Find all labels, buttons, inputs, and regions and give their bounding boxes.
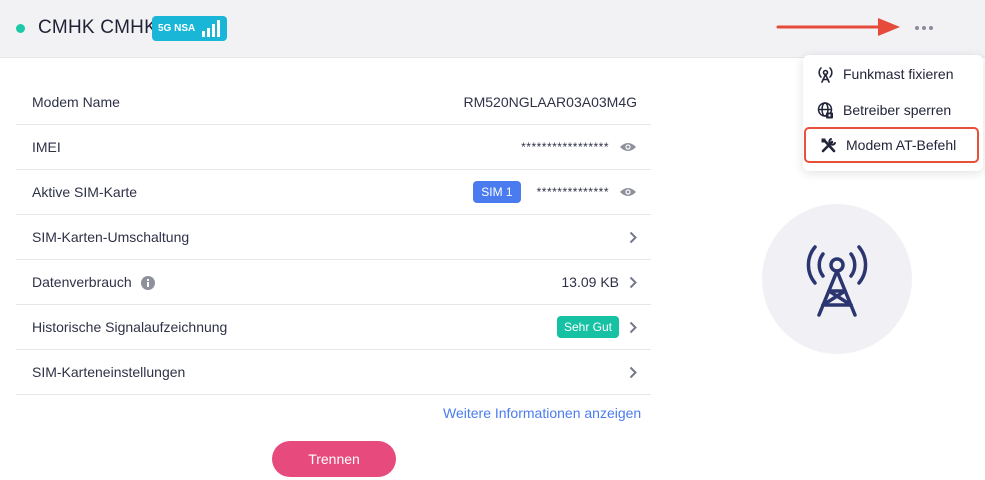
more-info-link[interactable]: Weitere Informationen anzeigen (443, 405, 641, 421)
sim-settings-label: SIM-Karteneinstellungen (32, 364, 186, 380)
row-active-sim: Aktive SIM-Karte SIM 1 ************** (16, 170, 651, 215)
signal-quality-badge: Sehr Gut (556, 316, 619, 338)
data-usage-label: Datenverbrauch (32, 273, 132, 290)
disconnect-button[interactable]: Trennen (272, 441, 396, 477)
chevron-right-icon (629, 321, 637, 333)
status-header: CMHK CMHK 5G NSA (0, 0, 985, 58)
tools-icon (821, 137, 836, 152)
connection-status-dot (16, 24, 25, 33)
more-horizontal-icon (915, 26, 919, 30)
signal-history-label: Historische Signalaufzeichnung (32, 319, 228, 335)
active-sim-label: Aktive SIM-Karte (32, 184, 138, 200)
eye-icon[interactable] (619, 141, 637, 153)
menu-item-lock-tower[interactable]: Funkmast fixieren (803, 56, 983, 92)
sim-slot-chip: SIM 1 (473, 181, 521, 203)
globe-lock-icon (817, 101, 833, 118)
cell-tower-icon (806, 245, 868, 317)
chevron-right-icon (629, 276, 637, 288)
row-sim-settings[interactable]: SIM-Karteneinstellungen (16, 350, 651, 395)
menu-item-at-command[interactable]: Modem AT-Befehl (804, 127, 979, 163)
cell-tower-icon (818, 66, 833, 83)
modem-name-value: RM520NGLAAR03A03M4G (463, 94, 637, 110)
info-icon[interactable] (140, 276, 155, 291)
network-type-badge: 5G NSA (152, 16, 227, 41)
row-modem-name: Modem Name RM520NGLAAR03A03M4G (16, 80, 651, 125)
chevron-right-icon (629, 366, 637, 378)
imei-label: IMEI (32, 139, 61, 155)
menu-item-label: Modem AT-Befehl (846, 137, 957, 153)
more-options-button[interactable] (905, 16, 943, 40)
tower-illustration (762, 204, 912, 354)
modem-name-label: Modem Name (32, 94, 120, 110)
row-data-usage[interactable]: Datenverbrauch 13.09 KB (16, 260, 651, 305)
data-usage-value: 13.09 KB (561, 274, 619, 290)
chevron-right-icon (629, 231, 637, 243)
row-imei: IMEI ***************** (16, 125, 651, 170)
eye-icon[interactable] (619, 186, 637, 198)
sim-switch-label: SIM-Karten-Umschaltung (32, 229, 190, 245)
sim-details-list: Modem Name RM520NGLAAR03A03M4G IMEI ****… (16, 80, 651, 395)
menu-item-label: Betreiber sperren (843, 102, 952, 118)
imei-value: ***************** (521, 140, 609, 154)
more-options-menu: Funkmast fixieren Betreiber sperren Mode… (803, 55, 983, 171)
row-signal-history[interactable]: Historische Signalaufzeichnung Sehr Gut (16, 305, 651, 350)
row-sim-switch[interactable]: SIM-Karten-Umschaltung (16, 215, 651, 260)
carrier-name: CMHK CMHK (38, 17, 157, 38)
sim-number-value: ************** (536, 185, 609, 199)
menu-item-label: Funkmast fixieren (843, 66, 954, 82)
menu-item-lock-operator[interactable]: Betreiber sperren (803, 92, 983, 128)
network-type-label: 5G NSA (158, 23, 196, 34)
signal-bars-icon (202, 20, 220, 37)
pointer-arrow-icon (776, 18, 900, 36)
